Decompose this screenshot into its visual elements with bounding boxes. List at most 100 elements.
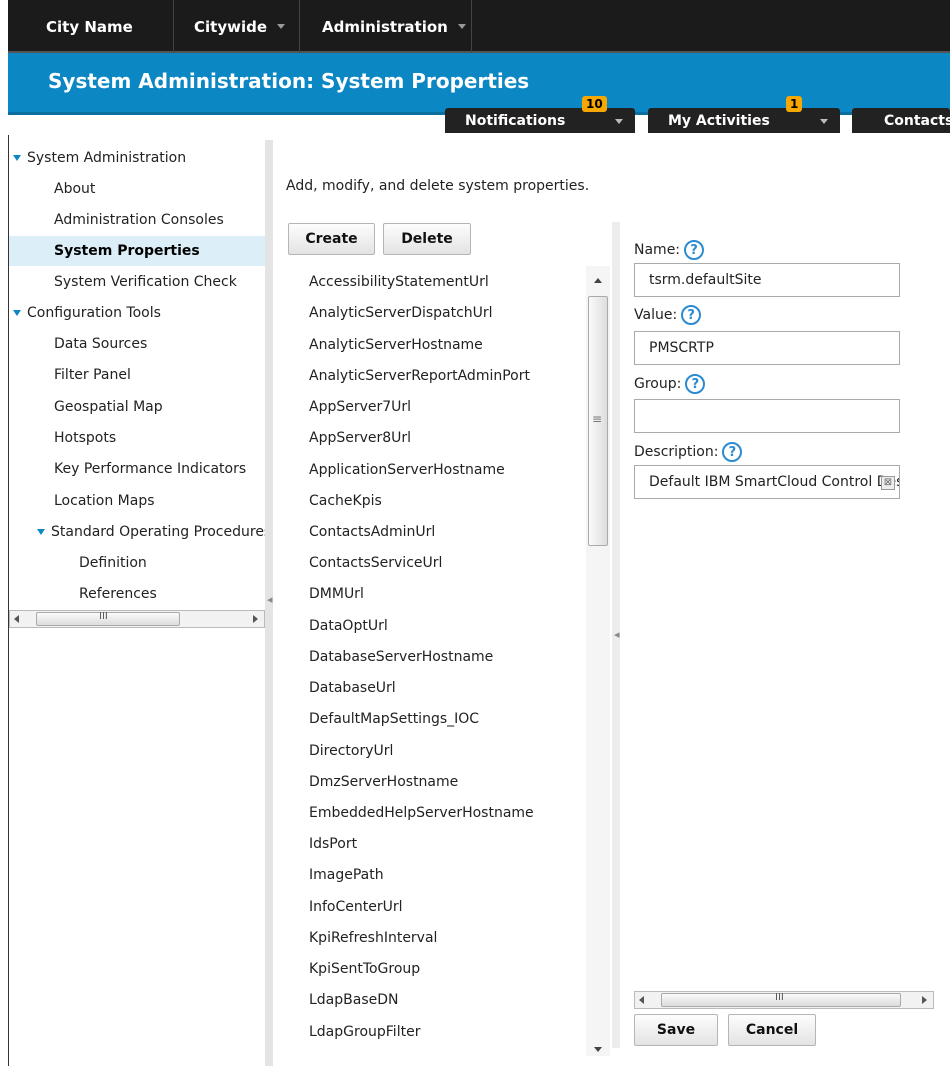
list-item[interactable]: DefaultMapSettings_IOC [309,711,479,727]
tree-item-data-sources[interactable]: Data Sources [9,329,265,359]
tree-item-label: Geospatial Map [54,399,163,415]
tree-item-system-properties[interactable]: System Properties [9,236,265,266]
administration-label: Administration [322,17,448,36]
notifications-label: Notifications [465,112,566,129]
expand-arrow-icon[interactable] [13,310,21,316]
list-item[interactable]: KpiRefreshInterval [309,930,437,946]
navigation-tree: System Administration About Administrati… [9,140,265,1066]
citywide-menu[interactable]: Citywide [174,0,300,53]
value-field[interactable]: PMSCRTP [634,331,900,365]
tree-item-label: System Verification Check [54,274,237,290]
name-field[interactable]: tsrm.defaultSite [634,263,900,297]
list-item[interactable]: AppServer8Url [309,430,411,446]
property-list: AccessibilityStatementUrl AnalyticServer… [288,267,585,1066]
tab-my-activities[interactable]: My Activities 1 [648,96,840,133]
help-icon[interactable]: ? [685,374,706,394]
scroll-right-arrow-icon[interactable] [922,996,927,1004]
list-item[interactable]: ContactsAdminUrl [309,524,435,540]
tree-item-standard-operating-procedures[interactable]: Standard Operating Procedures [9,517,265,547]
list-item[interactable]: IdsPort [309,836,357,852]
description-field[interactable]: Default IBM SmartCloud Control Desk site… [634,465,900,499]
tree-item-location-maps[interactable]: Location Maps [9,486,265,516]
scrollbar-thumb[interactable] [36,612,180,626]
expand-arrow-icon[interactable] [13,155,21,161]
chevron-down-icon [820,119,828,124]
expand-arrow-icon[interactable] [37,529,45,535]
page-header: System Administration: System Properties [8,53,950,115]
tree-item-label: Definition [79,555,147,571]
cancel-button[interactable]: Cancel [728,1014,816,1046]
help-icon[interactable]: ? [681,305,702,325]
list-item[interactable]: AppServer7Url [309,399,411,415]
tree-item-key-performance-indicators[interactable]: Key Performance Indicators [9,454,265,484]
property-list-scrollbar[interactable]: ≡ [586,266,610,1056]
value-label-text: Value: [634,307,678,323]
page-description: Add, modify, and delete system propertie… [286,178,590,194]
tab-notifications[interactable]: Notifications 10 [445,96,635,133]
tree-item-label: Key Performance Indicators [54,461,247,477]
list-item[interactable]: KpiSentToGroup [309,961,420,977]
clear-icon[interactable]: ⊠ [881,476,895,490]
list-item[interactable]: ApplicationServerHostname [309,462,505,478]
my-activities-label: My Activities [668,112,770,129]
list-item[interactable]: DataOptUrl [309,618,388,634]
chevron-down-icon [457,24,466,29]
list-item[interactable]: AnalyticServerReportAdminPort [309,368,530,384]
name-label: Name:? [634,240,705,260]
create-button[interactable]: Create [288,223,375,255]
tree-item-administration-consoles[interactable]: Administration Consoles [9,205,265,235]
chevron-down-icon [615,119,623,124]
scroll-down-arrow-icon[interactable] [594,1047,602,1052]
save-button[interactable]: Save [634,1014,718,1046]
tree-item-label: Data Sources [54,336,148,352]
tree-item-hotspots[interactable]: Hotspots [9,423,265,453]
tree-item-references[interactable]: References [9,579,265,609]
name-label-text: Name: [634,242,681,258]
list-item[interactable]: AnalyticServerDispatchUrl [309,305,493,321]
scroll-left-arrow-icon[interactable] [14,615,19,623]
city-name-label: City Name [46,17,133,36]
scroll-up-arrow-icon[interactable] [594,278,602,283]
list-item[interactable]: EmbeddedHelpServerHostname [309,805,534,821]
form-horizontal-scrollbar[interactable]: III [634,991,934,1009]
collapse-left-icon[interactable]: ◂ [267,593,273,606]
list-item[interactable]: LdapGroupFilter [309,1024,420,1040]
list-item[interactable]: DmzServerHostname [309,774,458,790]
tree-item-system-administration[interactable]: System Administration [9,143,265,173]
scroll-left-arrow-icon[interactable] [639,996,644,1004]
tree-item-label: Configuration Tools [27,305,161,321]
city-name-menu[interactable]: City Name [8,0,174,53]
list-item[interactable]: LdapBaseDN [309,992,399,1008]
tree-horizontal-scrollbar[interactable]: III [9,610,265,628]
list-item[interactable]: ImagePath [309,867,384,883]
value-label: Value:? [634,305,702,325]
scroll-right-arrow-icon[interactable] [253,615,258,623]
collapse-detail-icon[interactable]: ◂ [614,628,620,641]
description-value: Default IBM SmartCloud Control Desk site [649,474,899,490]
list-item[interactable]: InfoCenterUrl [309,899,403,915]
list-item[interactable]: AccessibilityStatementUrl [309,274,489,290]
chevron-down-icon [277,24,286,29]
delete-button[interactable]: Delete [383,223,471,255]
list-item[interactable]: CacheKpis [309,493,382,509]
tree-item-system-verification-check[interactable]: System Verification Check [9,267,265,297]
help-icon[interactable]: ? [684,240,705,260]
group-field[interactable] [634,399,900,433]
tree-item-label: System Administration [27,150,187,166]
help-icon[interactable]: ? [722,442,743,462]
tree-item-about[interactable]: About [9,174,265,204]
list-item[interactable]: ContactsServiceUrl [309,555,442,571]
list-item[interactable]: DirectoryUrl [309,743,393,759]
list-item[interactable]: AnalyticServerHostname [309,337,483,353]
tab-contacts[interactable]: Contacts [852,108,950,133]
tree-item-definition[interactable]: Definition [9,548,265,578]
list-item[interactable]: DatabaseUrl [309,680,396,696]
tree-item-label: Hotspots [54,430,117,446]
list-item[interactable]: DatabaseServerHostname [309,649,493,665]
administration-menu[interactable]: Administration [300,0,472,53]
list-item[interactable]: DMMUrl [309,586,364,602]
tree-item-filter-panel[interactable]: Filter Panel [9,360,265,390]
tree-item-geospatial-map[interactable]: Geospatial Map [9,392,265,422]
tree-item-configuration-tools[interactable]: Configuration Tools [9,298,265,328]
group-label-text: Group: [634,376,682,392]
